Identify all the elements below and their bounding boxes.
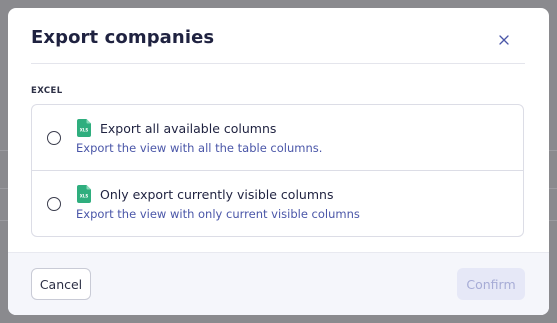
option-title: Only export currently visible columns bbox=[100, 187, 334, 202]
option-title: Export all available columns bbox=[100, 121, 277, 136]
option-all-columns[interactable]: XLS Export all available columns Export … bbox=[32, 105, 523, 171]
dialog-header: Export companies bbox=[8, 8, 549, 64]
option-visible-columns[interactable]: XLS Only export currently visible column… bbox=[32, 171, 523, 237]
header-divider bbox=[31, 63, 525, 64]
svg-text:XLS: XLS bbox=[80, 128, 89, 133]
radio-visible-columns[interactable] bbox=[47, 197, 61, 211]
close-button[interactable] bbox=[494, 30, 514, 50]
close-icon bbox=[499, 35, 509, 45]
svg-text:XLS: XLS bbox=[80, 194, 89, 199]
option-description: Export the view with only current visibl… bbox=[76, 207, 360, 221]
confirm-button[interactable]: Confirm bbox=[457, 268, 525, 300]
xls-file-icon: XLS bbox=[77, 119, 91, 137]
export-options: XLS Export all available columns Export … bbox=[31, 104, 524, 237]
xls-file-icon: XLS bbox=[77, 185, 91, 203]
dialog-footer: Cancel Confirm bbox=[8, 252, 549, 315]
radio-all-columns[interactable] bbox=[47, 131, 61, 145]
option-description: Export the view with all the table colum… bbox=[76, 141, 323, 155]
section-label: EXCEL bbox=[31, 86, 63, 96]
export-dialog: Export companies EXCEL XLS Export all av… bbox=[8, 8, 549, 315]
dialog-title: Export companies bbox=[31, 27, 215, 48]
cancel-button[interactable]: Cancel bbox=[31, 268, 91, 300]
